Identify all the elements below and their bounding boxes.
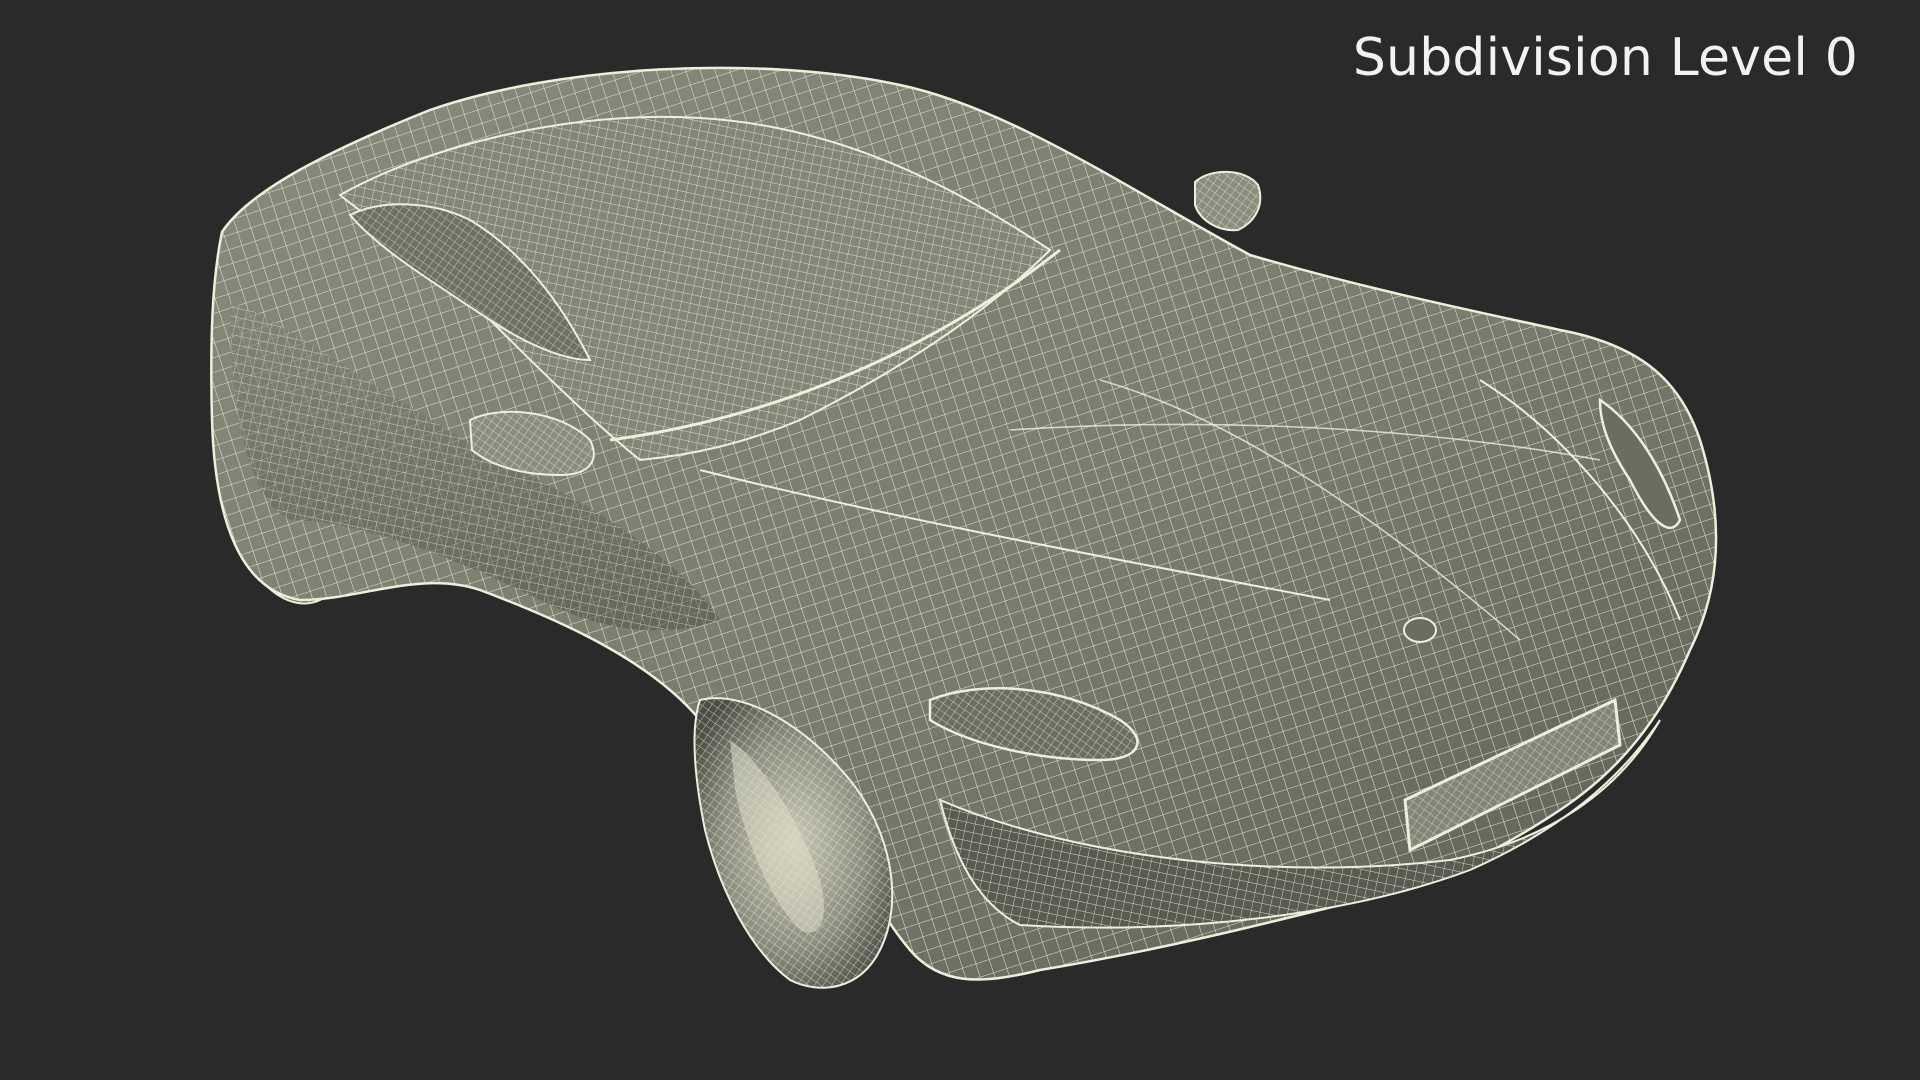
side-mirror-right (1194, 170, 1262, 232)
render-viewport: Subdivision Level 0 (0, 0, 1920, 1080)
subdivision-level-label: Subdivision Level 0 (1352, 28, 1858, 88)
wireframe-car-render (210, 66, 1718, 989)
hood-badge (1403, 617, 1437, 643)
